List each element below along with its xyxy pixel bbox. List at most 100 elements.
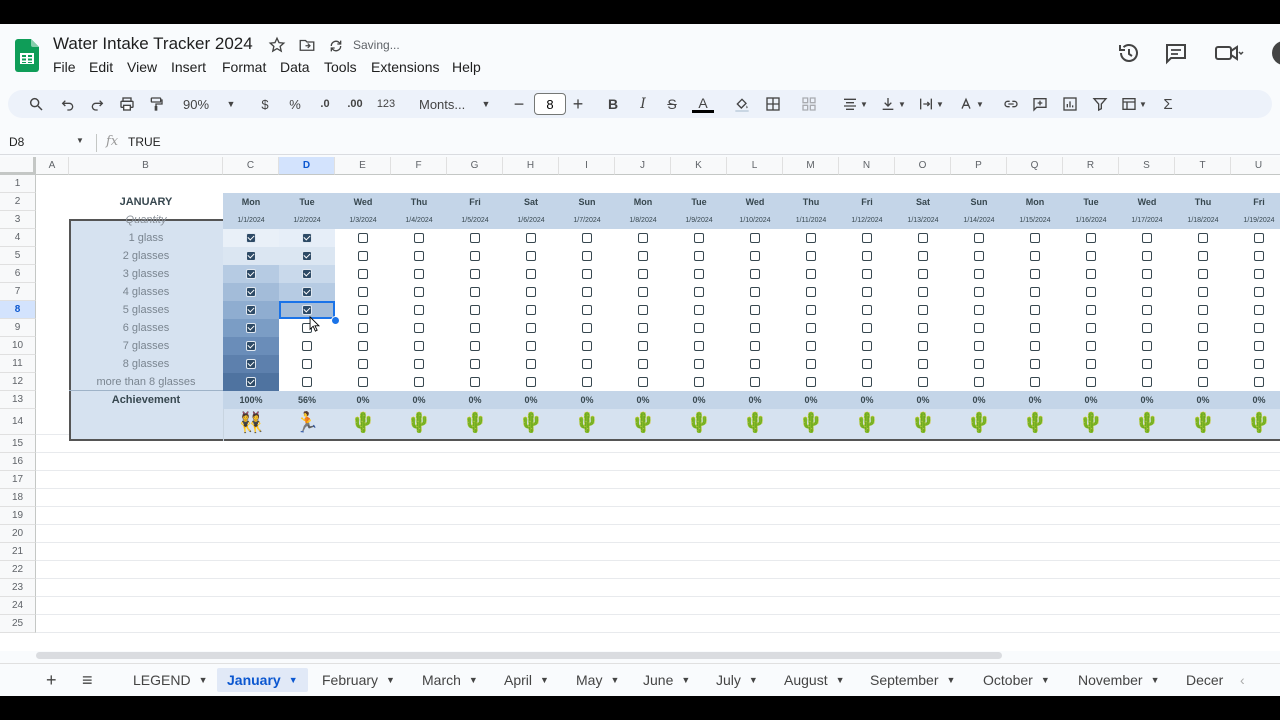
name-box-chevron-down-icon[interactable]: ▼ (76, 136, 84, 145)
checkbox-unchecked[interactable] (862, 341, 872, 351)
sheet-tab-chevron-down-icon[interactable]: ▼ (610, 675, 619, 685)
text-wrapping-icon[interactable]: ▼ (916, 95, 946, 113)
sheets-logo-icon[interactable] (15, 39, 39, 72)
menu-view[interactable]: View (127, 59, 157, 75)
checkbox-checked[interactable] (246, 233, 256, 243)
meet-video-icon[interactable] (1214, 41, 1244, 65)
checkbox-unchecked[interactable] (974, 341, 984, 351)
menu-file[interactable]: File (53, 59, 76, 75)
bold-button[interactable]: B (605, 95, 621, 113)
comments-icon[interactable] (1164, 41, 1188, 65)
checkbox-unchecked[interactable] (694, 359, 704, 369)
checkbox-checked[interactable] (246, 341, 256, 351)
checkbox-unchecked[interactable] (470, 341, 480, 351)
checkbox-checked[interactable] (302, 269, 312, 279)
checkbox-unchecked[interactable] (414, 341, 424, 351)
checkbox-unchecked[interactable] (1142, 305, 1152, 315)
checkbox-unchecked[interactable] (1142, 251, 1152, 261)
italic-button[interactable]: I (635, 95, 651, 113)
checkbox-unchecked[interactable] (694, 233, 704, 243)
sheet-tab-august[interactable]: August ▼ (784, 668, 845, 692)
column-header-r[interactable]: R (1063, 157, 1119, 175)
row-header-14[interactable]: 14 (0, 409, 36, 435)
sheet-tab-chevron-down-icon[interactable]: ▼ (749, 675, 758, 685)
checkbox-unchecked[interactable] (918, 251, 928, 261)
column-header-f[interactable]: F (391, 157, 447, 175)
checkbox-unchecked[interactable] (974, 323, 984, 333)
checkbox-checked[interactable] (302, 287, 312, 297)
share-button[interactable] (1272, 41, 1280, 65)
checkbox-unchecked[interactable] (582, 377, 592, 387)
checkbox-unchecked[interactable] (582, 233, 592, 243)
checkbox-unchecked[interactable] (1198, 377, 1208, 387)
column-header-l[interactable]: L (727, 157, 783, 175)
checkbox-unchecked[interactable] (1142, 377, 1152, 387)
column-header-i[interactable]: I (559, 157, 615, 175)
font-family-select[interactable]: Monts... (419, 95, 469, 113)
sheet-tab-chevron-down-icon[interactable]: ▼ (836, 675, 845, 685)
sheet-tab-chevron-down-icon[interactable]: ▼ (469, 675, 478, 685)
checkbox-unchecked[interactable] (806, 359, 816, 369)
text-color-button[interactable]: A (692, 95, 714, 113)
checkbox-unchecked[interactable] (750, 251, 760, 261)
column-header-a[interactable]: A (36, 157, 69, 175)
row-header-9[interactable]: 9 (0, 319, 36, 337)
checkbox-unchecked[interactable] (302, 377, 312, 387)
checkbox-unchecked[interactable] (974, 377, 984, 387)
sheet-tab-chevron-down-icon[interactable]: ▼ (946, 675, 955, 685)
checkbox-unchecked[interactable] (974, 269, 984, 279)
sheet-tab-chevron-down-icon[interactable]: ▼ (1041, 675, 1050, 685)
checkbox-unchecked[interactable] (526, 269, 536, 279)
sheet-tab-chevron-down-icon[interactable]: ▼ (1151, 675, 1160, 685)
name-box[interactable]: D8 (9, 135, 24, 149)
checkbox-checked[interactable] (246, 305, 256, 315)
checkbox-checked[interactable] (302, 251, 312, 261)
checkbox-unchecked[interactable] (638, 359, 648, 369)
borders-icon[interactable] (764, 95, 782, 113)
checkbox-unchecked[interactable] (638, 233, 648, 243)
checkbox-unchecked[interactable] (358, 287, 368, 297)
checkbox-unchecked[interactable] (358, 377, 368, 387)
star-icon[interactable] (268, 36, 286, 54)
row-header-10[interactable]: 10 (0, 337, 36, 355)
checkbox-unchecked[interactable] (1254, 323, 1264, 333)
row-header-17[interactable]: 17 (0, 471, 36, 489)
row-header-18[interactable]: 18 (0, 489, 36, 507)
checkbox-unchecked[interactable] (358, 341, 368, 351)
checkbox-unchecked[interactable] (470, 359, 480, 369)
sheet-tab-may[interactable]: May ▼ (576, 668, 619, 692)
checkbox-unchecked[interactable] (750, 269, 760, 279)
checkbox-unchecked[interactable] (1142, 359, 1152, 369)
column-header-n[interactable]: N (839, 157, 895, 175)
row-header-7[interactable]: 7 (0, 283, 36, 301)
checkbox-unchecked[interactable] (470, 305, 480, 315)
row-header-1[interactable]: 1 (0, 175, 36, 193)
checkbox-unchecked[interactable] (358, 269, 368, 279)
checkbox-unchecked[interactable] (470, 323, 480, 333)
checkbox-unchecked[interactable] (1254, 233, 1264, 243)
paint-format-icon[interactable] (147, 95, 165, 113)
checkbox-unchecked[interactable] (582, 305, 592, 315)
checkbox-unchecked[interactable] (526, 233, 536, 243)
checkbox-unchecked[interactable] (918, 287, 928, 297)
checkbox-unchecked[interactable] (302, 359, 312, 369)
sheet-tab-september[interactable]: September ▼ (870, 668, 955, 692)
checkbox-unchecked[interactable] (414, 377, 424, 387)
checkbox-unchecked[interactable] (1030, 359, 1040, 369)
checkbox-unchecked[interactable] (414, 269, 424, 279)
checkbox-unchecked[interactable] (974, 305, 984, 315)
checkbox-unchecked[interactable] (974, 359, 984, 369)
sheet-tab-chevron-down-icon[interactable]: ▼ (386, 675, 395, 685)
column-header-h[interactable]: H (503, 157, 559, 175)
checkbox-unchecked[interactable] (638, 269, 648, 279)
checkbox-unchecked[interactable] (638, 341, 648, 351)
decrease-font-size-icon[interactable]: − (511, 94, 527, 114)
checkbox-unchecked[interactable] (1198, 305, 1208, 315)
zoom-select[interactable]: 90% (179, 95, 213, 113)
row-header-2[interactable]: 2 (0, 193, 36, 211)
menu-extensions[interactable]: Extensions (371, 59, 439, 75)
checkbox-unchecked[interactable] (1254, 341, 1264, 351)
decrease-decimal-button[interactable]: .0 (316, 95, 334, 113)
column-header-s[interactable]: S (1119, 157, 1175, 175)
checkbox-unchecked[interactable] (862, 359, 872, 369)
